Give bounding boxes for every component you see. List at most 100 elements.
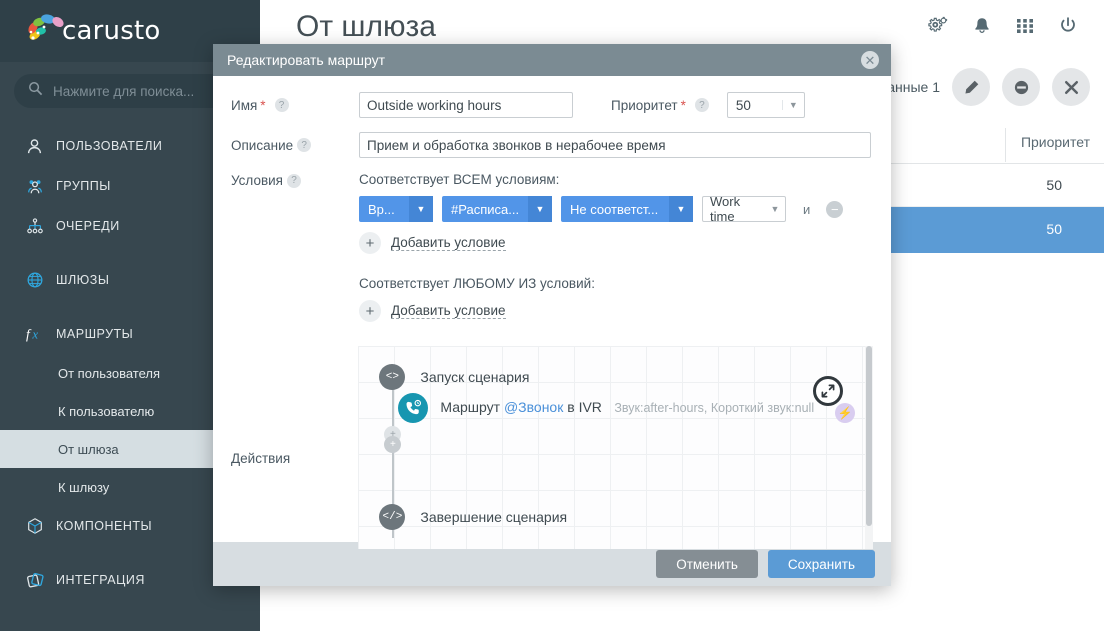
cancel-button[interactable]: Отменить [656, 550, 758, 578]
user-icon [26, 138, 56, 155]
priority-value: 50 [735, 97, 751, 113]
layers-icon [26, 571, 56, 590]
start-node-label: Запуск сценария [420, 369, 530, 385]
column-divider [1005, 128, 1006, 162]
name-label-text: Имя [231, 97, 258, 113]
cell-priority: 50 [1046, 177, 1062, 193]
add-step-below-handle[interactable]: + [384, 436, 402, 453]
chevron-down-icon: ▼ [770, 204, 780, 214]
search-input[interactable]: Нажмите для поиска... [14, 74, 246, 108]
scenario-step-ivr[interactable]: Маршрут @Звонок в IVR Звук:after-hours, … [398, 393, 814, 423]
expand-fullscreen-icon[interactable] [813, 376, 843, 406]
dialog-title: Редактировать маршрут [227, 52, 386, 68]
svg-text:f: f [26, 327, 32, 342]
conditions-all-header: Соответствует ВСЕМ условиям: [359, 172, 560, 187]
plus-icon: + [359, 232, 381, 254]
actions-label: Действия [231, 368, 358, 549]
description-label-text: Описание [231, 137, 294, 153]
condition-field-select[interactable]: Вр... ▼ [359, 196, 433, 222]
conditions-label-text: Условия [231, 173, 283, 188]
priority-group: Приоритет * ? 50 ▼ [611, 92, 805, 118]
chevron-down-icon: ▼ [781, 100, 804, 110]
help-icon[interactable]: ? [297, 138, 312, 152]
step-title-suffix: в IVR [563, 399, 602, 415]
chevron-down-icon: ▼ [409, 196, 433, 222]
canvas-scrollbar[interactable] [865, 346, 873, 549]
help-icon[interactable]: ? [274, 98, 289, 112]
description-input[interactable] [359, 132, 871, 158]
priority-select[interactable]: 50 ▼ [726, 92, 805, 118]
condition-value-select[interactable]: Work time ▼ [702, 196, 786, 222]
step-subtitle: Звук:after-hours, Короткий звук:null [614, 401, 815, 415]
chevron-down-icon: ▼ [528, 196, 552, 222]
cell-priority: 50 [1046, 221, 1062, 237]
queue-icon [26, 217, 56, 235]
group-icon [26, 178, 56, 195]
lightning-icon[interactable]: ⚡ [835, 403, 855, 423]
conditions-label: Условия ? [231, 173, 359, 188]
step-title-prefix: Маршрут [440, 399, 504, 415]
priority-label-text: Приоритет [611, 97, 678, 113]
power-icon[interactable] [1058, 16, 1078, 41]
condition-row: Вр... ▼ #Расписа... ▼ Не соответст... ▼ [359, 196, 844, 222]
carusto-logo-icon [22, 11, 68, 51]
conditions-any-header: Соответствует ЛЮБОМУ ИЗ условий: [359, 276, 595, 291]
delete-icon[interactable] [1052, 68, 1090, 106]
condition-operator-value: Не соответст... [570, 201, 659, 217]
disable-icon[interactable] [1002, 68, 1040, 106]
conditions-panel: Соответствует ВСЕМ условиям: Вр... ▼ #Ра… [359, 172, 844, 328]
add-condition-any-button[interactable]: + Добавить условие [359, 300, 843, 322]
actions-row: Действия <> Запуск сценария + Маршрут @З… [231, 346, 873, 549]
cube-icon [26, 517, 56, 535]
fx-icon: fx [26, 325, 56, 343]
end-node-icon[interactable]: </> [379, 504, 406, 530]
app-root: carusto Нажмите для поиска... ПОЛЬЗОВАТЕ… [0, 0, 1104, 631]
edit-route-dialog: Редактировать маршрут ✕ Имя * ? Приорите… [213, 44, 891, 586]
close-icon[interactable]: ✕ [861, 51, 879, 69]
sidebar-item-label: МАРШРУТЫ [56, 327, 134, 341]
priority-label: Приоритет * ? [611, 98, 709, 113]
settings-gears-icon[interactable] [928, 16, 948, 41]
condition-operator-select[interactable]: Не соответст... ▼ [561, 196, 693, 222]
name-label: Имя * ? [231, 98, 359, 113]
remove-condition-icon[interactable]: − [826, 200, 844, 218]
condition-subject-select[interactable]: #Расписа... ▼ [442, 196, 552, 222]
actions-label-text: Действия [231, 451, 291, 466]
scenario-step-text: Маршрут @Звонок в IVR Звук:after-hours, … [440, 399, 814, 417]
name-input[interactable] [359, 92, 573, 118]
edit-icon[interactable] [952, 68, 990, 106]
sidebar-item-label: ГРУППЫ [56, 179, 111, 193]
scrollbar-thumb[interactable] [866, 346, 872, 526]
apps-grid-icon[interactable] [1016, 17, 1034, 40]
bell-icon[interactable] [972, 16, 992, 41]
end-node-label: Завершение сценария [420, 509, 568, 525]
brand-name: carusto [62, 16, 161, 46]
sidebar-sub-label: К шлюзу [58, 479, 110, 495]
sidebar-item-label: ОЧЕРЕДИ [56, 219, 120, 233]
scenario-canvas[interactable]: <> Запуск сценария + Маршрут @Звонок в I… [358, 346, 873, 549]
help-icon[interactable]: ? [286, 173, 301, 188]
sidebar-sub-label: От шлюза [58, 441, 119, 457]
condition-value-text: Work time [710, 196, 741, 222]
sidebar-item-label: ПОЛЬЗОВАТЕЛИ [56, 139, 163, 153]
condition-subject-value: #Расписа... [451, 201, 520, 217]
sidebar-sub-label: От пользователя [58, 365, 161, 381]
name-row: Имя * ? Приоритет * ? 50 ▼ [231, 92, 873, 118]
sidebar-item-label: ИНТЕГРАЦИЯ [56, 573, 145, 587]
dialog-body: Имя * ? Приоритет * ? 50 ▼ [213, 76, 891, 549]
required-mark: * [260, 97, 266, 113]
help-icon[interactable]: ? [694, 98, 709, 112]
description-label: Описание ? [231, 138, 359, 153]
add-condition-label: Добавить условие [391, 303, 506, 319]
save-button[interactable]: Сохранить [767, 550, 875, 578]
chevron-down-icon: ▼ [669, 196, 693, 222]
required-mark: * [680, 97, 686, 113]
start-node-icon[interactable]: <> [379, 364, 406, 390]
add-condition-label: Добавить условие [391, 235, 506, 251]
sidebar-item-label: ШЛЮЗЫ [56, 273, 110, 287]
column-header-priority: Приоритет [1020, 134, 1090, 150]
svg-text:x: x [31, 328, 38, 342]
search-icon [28, 81, 43, 101]
dialog-header: Редактировать маршрут ✕ [213, 44, 891, 76]
add-condition-all-button[interactable]: + Добавить условие [359, 232, 843, 254]
